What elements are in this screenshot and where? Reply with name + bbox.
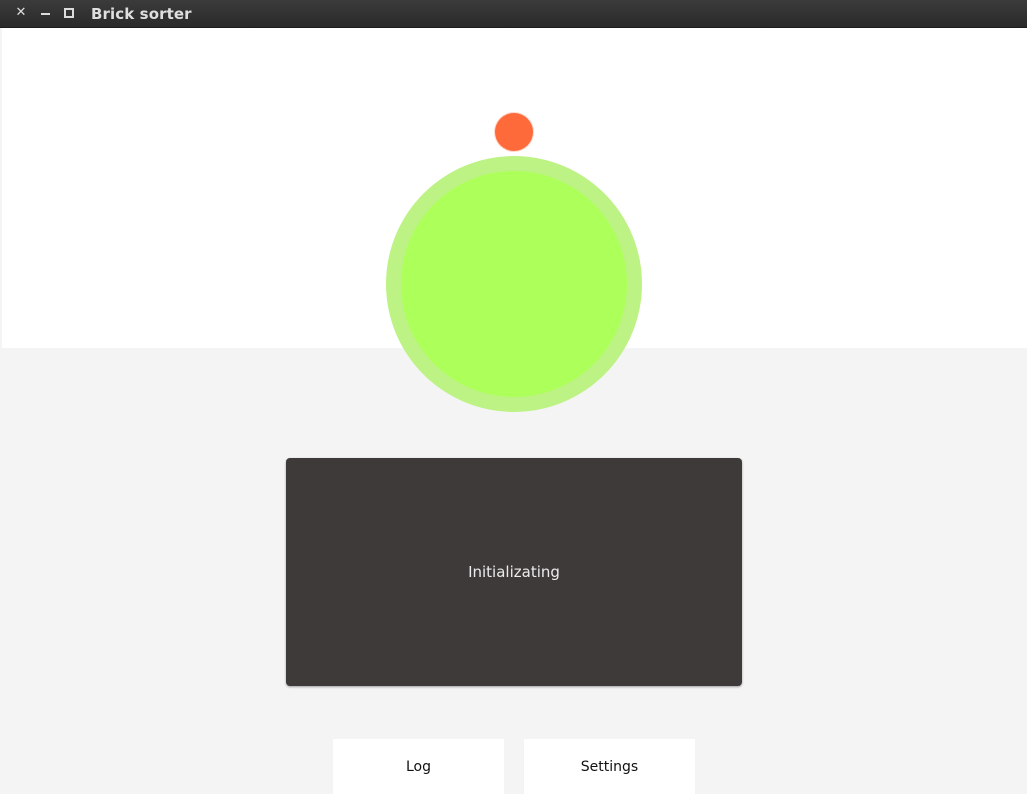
settings-button[interactable]: Settings — [524, 739, 695, 794]
main-content: Initializating Log Settings — [2, 28, 1027, 794]
close-icon[interactable]: ✕ — [14, 6, 28, 20]
status-message: Initializating — [468, 563, 560, 581]
app-window: ✕ Brick sorter Initializating Log Settin… — [0, 0, 1027, 794]
maximize-icon[interactable] — [62, 6, 76, 20]
title-bar: ✕ Brick sorter — [0, 0, 1027, 28]
window-title: Brick sorter — [91, 5, 192, 23]
log-button[interactable]: Log — [333, 739, 504, 794]
status-circle — [386, 156, 642, 412]
status-circle-core — [401, 171, 627, 397]
status-panel: Initializating — [286, 458, 742, 686]
status-indicator-dot — [495, 113, 533, 151]
minimize-icon[interactable] — [38, 6, 52, 20]
